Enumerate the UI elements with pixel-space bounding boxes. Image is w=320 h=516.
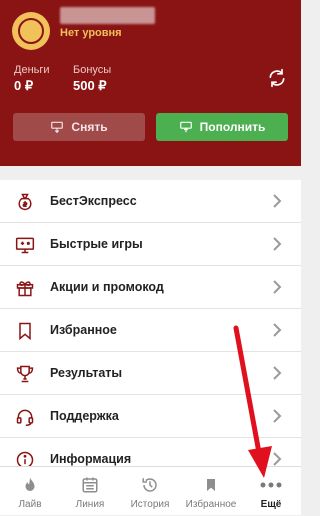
tab-label: Лайв <box>18 499 42 510</box>
bonus-label: Бонусы <box>73 64 112 76</box>
withdraw-icon <box>50 120 64 134</box>
level-label: Нет уровня <box>60 27 122 39</box>
deposit-label: Пополнить <box>199 120 266 134</box>
tab-more[interactable]: Ещё <box>250 467 292 516</box>
tab-label: История <box>130 499 170 510</box>
bonus-value: 500 ₽ <box>73 78 107 93</box>
bookmark-icon <box>203 475 219 495</box>
chevron-right-icon <box>273 323 282 337</box>
tab-line[interactable]: Линия <box>67 467 113 516</box>
history-icon <box>141 475 159 495</box>
menu-item-results[interactable]: Результаты <box>0 352 301 395</box>
gift-icon <box>14 277 36 299</box>
tab-favorites[interactable]: Избранное <box>181 467 241 516</box>
username-redacted <box>60 7 155 24</box>
chevron-right-icon <box>273 452 282 466</box>
menu-item-label: Поддержка <box>50 409 119 423</box>
menu-item-promotions[interactable]: Акции и промокод <box>0 266 301 309</box>
avatar[interactable] <box>12 12 50 50</box>
menu-item-label: Избранное <box>50 323 117 337</box>
menu-item-support[interactable]: Поддержка <box>0 395 301 438</box>
deposit-icon <box>179 120 193 134</box>
menu-item-label: БестЭкспресс <box>50 194 137 208</box>
refresh-icon[interactable] <box>265 66 289 90</box>
calendar-icon <box>81 475 99 495</box>
tab-label: Избранное <box>185 499 237 510</box>
money-label: Деньги <box>14 64 50 76</box>
chevron-right-icon <box>273 237 282 251</box>
menu-item-label: Быстрые игры <box>50 237 143 251</box>
money-value: 0 ₽ <box>14 78 34 93</box>
tab-live[interactable]: Лайв <box>8 467 52 516</box>
chevron-right-icon <box>273 366 282 380</box>
withdraw-label: Снять <box>71 120 108 134</box>
deposit-button[interactable]: Пополнить <box>156 113 288 141</box>
moneybag-icon <box>14 191 36 213</box>
chevron-right-icon <box>273 280 282 294</box>
laurel-badge-icon <box>18 18 44 44</box>
flame-icon <box>21 475 39 495</box>
menu-item-bestexpress[interactable]: БестЭкспресс <box>0 180 301 223</box>
chevron-right-icon <box>273 194 282 208</box>
more-dots-icon <box>260 475 282 495</box>
monitor-game-icon <box>14 234 36 256</box>
menu-list: БестЭкспресс Быстрые игры Акции и промок… <box>0 180 301 481</box>
tab-label: Линия <box>75 499 105 510</box>
headset-icon <box>14 406 36 428</box>
bottom-tab-bar: Лайв Линия История Избранное Ещё <box>0 466 301 515</box>
tab-label: Ещё <box>260 499 282 510</box>
tab-history[interactable]: История <box>124 467 176 516</box>
chevron-right-icon <box>273 409 282 423</box>
menu-item-quick-games[interactable]: Быстрые игры <box>0 223 301 266</box>
trophy-icon <box>14 363 36 385</box>
bookmark-icon <box>14 320 36 342</box>
withdraw-button[interactable]: Снять <box>13 113 145 141</box>
menu-item-label: Акции и промокод <box>50 280 164 294</box>
menu-item-favorites[interactable]: Избранное <box>0 309 301 352</box>
menu-item-label: Результаты <box>50 366 123 380</box>
menu-item-label: Информация <box>50 452 132 466</box>
account-header: Нет уровня Деньги 0 ₽ Бонусы 500 ₽ Снять… <box>0 0 301 166</box>
